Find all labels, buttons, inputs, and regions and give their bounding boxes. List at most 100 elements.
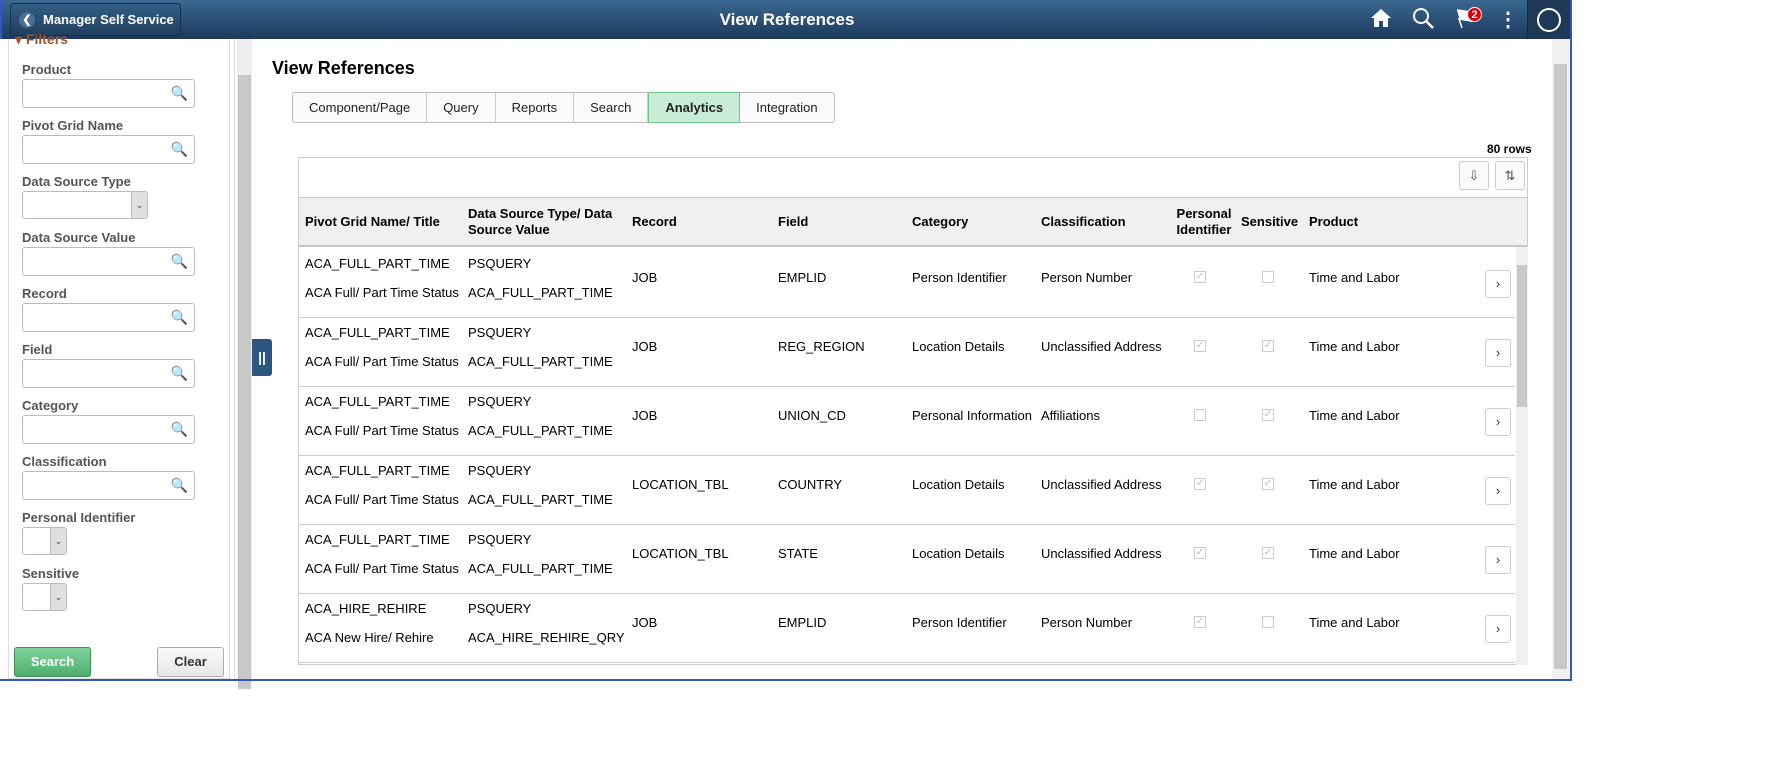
record-cell: JOB [632, 339, 658, 354]
sensitive-checkbox: ✓ [1262, 409, 1274, 421]
filters-panel: ▾ Filters Product 🔍 Pivot Grid Name 🔍 Data S… [2, 31, 235, 679]
column-header[interactable]: Sensitive [1241, 214, 1298, 230]
pivot-grid-title-cell: ACA Full/ Part Time Status [305, 285, 459, 300]
column-header[interactable]: Product [1309, 214, 1358, 230]
column-header[interactable]: Category [912, 214, 968, 230]
tab-reports[interactable]: Reports [496, 93, 575, 122]
classification-cell: Unclassified Address [1041, 546, 1162, 561]
sensitive-checkbox: ✓ [1262, 478, 1274, 490]
filters-heading[interactable]: ▾ Filters [15, 31, 68, 48]
pivot-grid-name-cell: ACA_FULL_PART_TIME [305, 256, 450, 271]
personal-identifier-checkbox: ✓ [1194, 478, 1206, 490]
record-cell: JOB [632, 615, 658, 630]
filter-label: Record [22, 286, 67, 301]
classification-cell: Unclassified Address [1041, 339, 1162, 354]
record-field[interactable]: 🔍 [22, 303, 195, 332]
sensitive-checkbox: ✓ [1262, 340, 1274, 352]
pivot-grid-title-cell: ACA New Hire/ Rehire [305, 630, 434, 645]
lookup-icon[interactable]: 🔍 [171, 141, 188, 158]
field-cell: EMPLID [778, 270, 827, 285]
table-row: ACA_FULL_PART_TIME ACA Full/ Part Time St… [299, 317, 1515, 387]
home-icon[interactable] [1368, 7, 1394, 33]
sensitive-field[interactable]: ⌄ [22, 583, 67, 611]
column-header[interactable]: Data Source Type/ Data Source Value [468, 206, 628, 238]
product-field[interactable]: 🔍 [22, 79, 195, 108]
category-cell: Person Identifier [912, 270, 1007, 285]
field-cell: UNION_CD [778, 408, 846, 423]
pivot-grid-title-cell: ACA Full/ Part Time Status [305, 354, 459, 369]
download-excel-icon[interactable]: ⇩ [1459, 161, 1489, 190]
tab-query[interactable]: Query [427, 93, 496, 122]
category-cell: Location Details [912, 477, 1005, 492]
column-header[interactable]: Record [632, 214, 677, 230]
data-source-value-cell: ACA_FULL_PART_TIME [468, 285, 613, 300]
record-cell: LOCATION_TBL [632, 546, 729, 561]
row-detail-button[interactable]: › [1485, 546, 1511, 574]
lookup-icon[interactable]: 🔍 [171, 421, 188, 438]
column-header[interactable]: Classification [1041, 214, 1126, 230]
sensitive-checkbox: ✓ [1262, 547, 1274, 559]
column-header[interactable]: Personal Identifier [1173, 206, 1235, 238]
sort-icon[interactable]: ⇅ [1495, 161, 1525, 190]
row-detail-button[interactable]: › [1485, 477, 1511, 505]
record-cell: JOB [632, 270, 658, 285]
row-detail-button[interactable]: › [1485, 615, 1511, 643]
data-source-value-cell: ACA_FULL_PART_TIME [468, 423, 613, 438]
tab-search[interactable]: Search [574, 93, 649, 122]
pivot-grid-name-cell: ACA_FULL_PART_TIME [305, 325, 450, 340]
product-cell: Time and Labor [1309, 408, 1400, 423]
row-detail-button[interactable]: › [1485, 270, 1511, 298]
tab-component-page[interactable]: Component/Page [293, 93, 428, 122]
grid-scrollbar[interactable] [1516, 247, 1528, 665]
page-title: View References [272, 58, 415, 78]
pivot-grid-title-cell: ACA Full/ Part Time Status [305, 561, 459, 576]
tab-integration[interactable]: Integration [740, 93, 833, 122]
record-cell: JOB [632, 408, 658, 423]
product-cell: Time and Labor [1309, 546, 1400, 561]
data-source-value-cell: ACA_HIRE_REHIRE_QRY [468, 630, 625, 645]
pivot-grid-title-cell: ACA Full/ Part Time Status [305, 492, 459, 507]
row-detail-button[interactable]: › [1485, 339, 1511, 367]
lookup-icon[interactable]: 🔍 [171, 253, 188, 270]
classification-field[interactable]: 🔍 [22, 471, 195, 500]
table-row: ACA_FULL_PART_TIME ACA Full/ Part Time St… [299, 386, 1515, 456]
row-count: 80 rows [1487, 142, 1532, 156]
personal-identifier-checkbox: ✓ [1194, 616, 1206, 628]
product-cell: Time and Labor [1309, 477, 1400, 492]
lookup-icon[interactable]: 🔍 [171, 477, 188, 494]
data-source-value-cell: ACA_FULL_PART_TIME [468, 492, 613, 507]
navbar-button[interactable] [1527, 0, 1572, 39]
personal-identifier-checkbox: ✓ [1194, 271, 1206, 283]
field-cell: REG_REGION [778, 339, 865, 354]
filter-label: Classification [22, 454, 107, 469]
page-scrollbar[interactable] [1552, 39, 1569, 679]
banner: ❮ Manager Self Service View References 2 … [0, 0, 1572, 39]
clear-button[interactable]: Clear [157, 647, 224, 677]
more-vert-icon[interactable]: ⋮ [1495, 7, 1521, 33]
field-field[interactable]: 🔍 [22, 359, 195, 388]
column-header[interactable]: Field [778, 214, 808, 230]
table-row: ACA_FULL_PART_TIME ACA Full/ Part Time St… [299, 455, 1515, 525]
classification-cell: Affiliations [1041, 408, 1101, 423]
pivot-grid-name-field[interactable]: 🔍 [22, 135, 195, 164]
personal-identifier-field[interactable]: ⌄ [22, 527, 67, 555]
column-header[interactable]: Pivot Grid Name/ Title [305, 214, 440, 230]
collapse-panel-button[interactable]: || [252, 339, 272, 376]
tab-analytics[interactable]: Analytics [648, 92, 741, 123]
table-row: ACA_FULL_PART_TIME ACA Full/ Part Time St… [299, 524, 1515, 594]
filter-label: Pivot Grid Name [22, 118, 124, 133]
lookup-icon[interactable]: 🔍 [171, 309, 188, 326]
search-button[interactable]: Search [14, 647, 91, 677]
lookup-icon[interactable]: 🔍 [171, 85, 188, 102]
category-field[interactable]: 🔍 [22, 415, 195, 444]
data-source-type-cell: PSQUERY [468, 256, 532, 271]
filters-scrollbar[interactable] [237, 39, 252, 689]
data-source-type-field[interactable]: ⌄ [22, 191, 148, 219]
data-source-value-field[interactable]: 🔍 [22, 247, 195, 276]
personal-identifier-checkbox: ✓ [1194, 547, 1206, 559]
filter-label: Sensitive [22, 566, 80, 581]
row-detail-button[interactable]: › [1485, 408, 1511, 436]
category-cell: Location Details [912, 546, 1005, 561]
lookup-icon[interactable]: 🔍 [171, 365, 188, 382]
search-icon[interactable] [1410, 7, 1436, 33]
